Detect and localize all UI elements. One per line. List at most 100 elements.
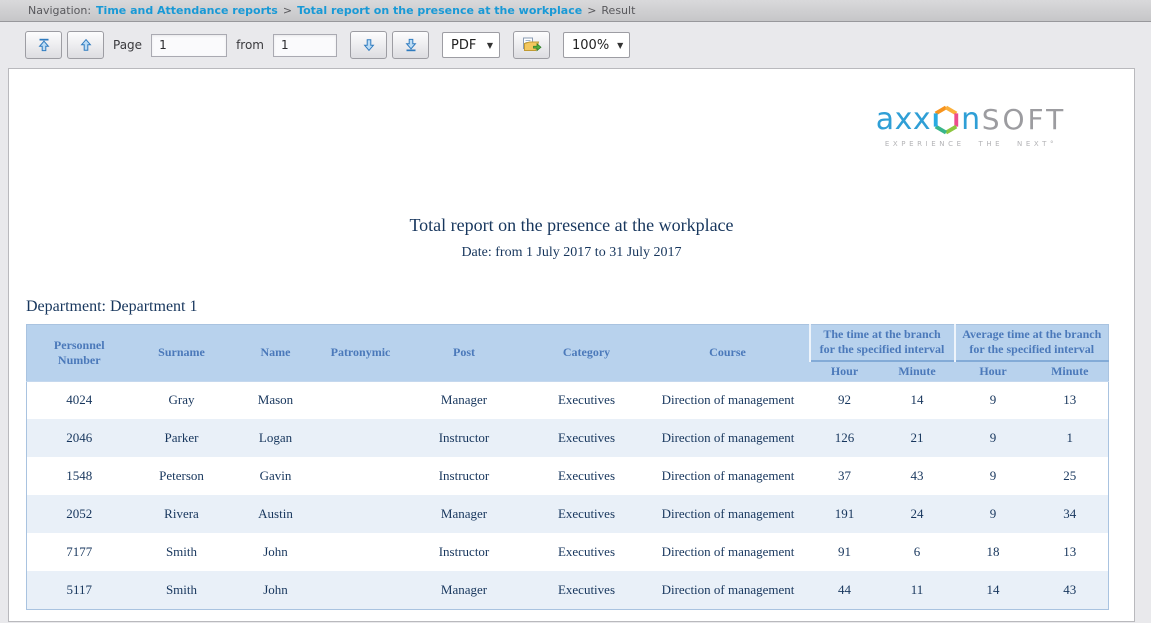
column-header-personnel-number: Personnel Number (27, 325, 132, 382)
table-cell: 21 (880, 419, 955, 457)
column-header-surname: Surname (132, 325, 232, 382)
table-cell: Gavin (232, 457, 320, 495)
table-cell: Rivera (132, 495, 232, 533)
report-date-range: Date: from 1 July 2017 to 31 July 2017 (9, 245, 1134, 261)
next-page-button[interactable] (350, 31, 387, 59)
report-table: Personnel Number Surname Name Patronymic… (26, 324, 1109, 610)
zoom-value: 100% (572, 38, 609, 53)
arrow-down-icon (361, 37, 377, 53)
column-group-time-at-branch: The time at the branch for the specified… (810, 325, 955, 361)
table-cell: 126 (810, 419, 880, 457)
table-cell: John (232, 571, 320, 609)
table-cell: 37 (810, 457, 880, 495)
table-cell: 6 (880, 533, 955, 571)
table-cell (320, 419, 402, 457)
table-cell: 92 (810, 381, 880, 419)
table-row: 4024GrayMasonManagerExecutivesDirection … (27, 381, 1109, 419)
column-header-hour: Hour (810, 361, 880, 382)
export-button[interactable] (513, 31, 550, 59)
table-cell: 43 (1032, 571, 1109, 609)
arrow-down-to-bar-icon (403, 37, 419, 53)
table-cell: 43 (880, 457, 955, 495)
table-cell: 2046 (27, 419, 132, 457)
logo-tagline: EXPERIENCE THE NEXT° (860, 140, 1082, 148)
table-cell: Austin (232, 495, 320, 533)
breadcrumb-prefix: Navigation: (28, 4, 91, 17)
table-cell: 18 (955, 533, 1032, 571)
table-cell: 11 (880, 571, 955, 609)
table-cell (320, 381, 402, 419)
column-header-hour: Hour (955, 361, 1032, 382)
breadcrumb-separator: > (283, 4, 292, 17)
table-cell: 34 (1032, 495, 1109, 533)
table-row: 5117SmithJohnManagerExecutivesDirection … (27, 571, 1109, 609)
table-row: 2052RiveraAustinManagerExecutivesDirecti… (27, 495, 1109, 533)
zoom-select[interactable]: 100% ▼ (563, 32, 630, 58)
app-root: { "breadcrumb": { "prefix": "Navigation:… (0, 0, 1151, 623)
last-page-button[interactable] (392, 31, 429, 59)
breadcrumb-link-total-report[interactable]: Total report on the presence at the work… (297, 4, 582, 17)
export-format-value: PDF (451, 38, 476, 53)
table-cell: Parker (132, 419, 232, 457)
page-count-input[interactable] (273, 34, 337, 57)
logo-text-soft: SOFT (982, 103, 1067, 136)
page-number-input[interactable] (151, 34, 227, 57)
logo-text-n: n (961, 102, 981, 137)
report-table-head: Personnel Number Surname Name Patronymic… (27, 325, 1109, 382)
table-cell: Instructor (402, 457, 527, 495)
hexagon-logo-icon (932, 104, 960, 136)
breadcrumb-link-time-attendance-reports[interactable]: Time and Attendance reports (96, 4, 278, 17)
column-group-average-time-at-branch: Average time at the branch for the speci… (955, 325, 1109, 361)
table-cell: Smith (132, 571, 232, 609)
export-icon (522, 37, 542, 53)
table-cell: Executives (527, 457, 647, 495)
table-cell: 13 (1032, 533, 1109, 571)
export-format-select[interactable]: PDF ▼ (442, 32, 500, 58)
axxonsoft-logo: axx n SOFT EXPERIENCE THE NEXT° (860, 102, 1082, 148)
table-cell: 9 (955, 495, 1032, 533)
report-table-body: 4024GrayMasonManagerExecutivesDirection … (27, 381, 1109, 609)
table-cell: 25 (1032, 457, 1109, 495)
table-cell: 91 (810, 533, 880, 571)
report-title: Total report on the presence at the work… (9, 215, 1134, 236)
table-cell: Manager (402, 495, 527, 533)
table-cell: 44 (810, 571, 880, 609)
chevron-down-icon: ▼ (617, 41, 623, 50)
table-cell: 24 (880, 495, 955, 533)
first-page-button[interactable] (25, 31, 62, 59)
from-label: from (236, 38, 264, 52)
column-header-minute: Minute (1032, 361, 1109, 382)
table-cell: Executives (527, 381, 647, 419)
column-header-course: Course (647, 325, 810, 382)
table-cell: 1 (1032, 419, 1109, 457)
report-page: axx n SOFT EXPERIENCE THE NEXT° Total re… (8, 68, 1135, 622)
table-cell: Instructor (402, 533, 527, 571)
table-cell: Mason (232, 381, 320, 419)
table-cell: Direction of management (647, 381, 810, 419)
department-label: Department: Department 1 (26, 298, 1134, 316)
table-cell: Executives (527, 533, 647, 571)
breadcrumb: Navigation: Time and Attendance reports … (0, 0, 1151, 22)
arrow-up-to-bar-icon (36, 37, 52, 53)
table-cell (320, 495, 402, 533)
table-cell: Peterson (132, 457, 232, 495)
table-row: 1548PetersonGavinInstructorExecutivesDir… (27, 457, 1109, 495)
table-cell: 13 (1032, 381, 1109, 419)
table-cell: 9 (955, 381, 1032, 419)
chevron-down-icon: ▼ (487, 41, 493, 50)
table-cell: Executives (527, 571, 647, 609)
table-cell: Manager (402, 381, 527, 419)
table-cell: Logan (232, 419, 320, 457)
table-cell: 14 (880, 381, 955, 419)
report-toolbar: Page from PDF ▼ 100% ▼ (0, 22, 1151, 68)
previous-page-button[interactable] (67, 31, 104, 59)
table-cell (320, 457, 402, 495)
table-cell: Direction of management (647, 495, 810, 533)
table-cell: 5117 (27, 571, 132, 609)
table-cell: Instructor (402, 419, 527, 457)
table-cell (320, 533, 402, 571)
table-cell: Gray (132, 381, 232, 419)
table-cell: 9 (955, 419, 1032, 457)
arrow-up-icon (78, 37, 94, 53)
breadcrumb-separator: > (587, 4, 596, 17)
